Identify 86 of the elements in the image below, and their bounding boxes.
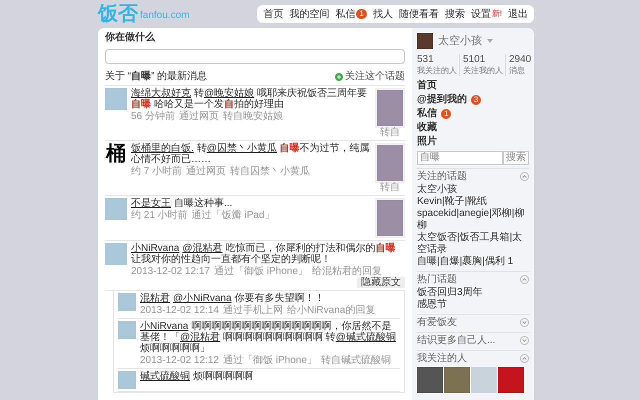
status-meta: 转自晚安姑娘 (222, 111, 283, 122)
author-link[interactable]: 海绵大叔好克 (131, 88, 191, 99)
mention-link[interactable]: @小NiRvana (173, 293, 232, 304)
sidebar-menu-item[interactable]: 首页 (417, 80, 437, 92)
status-text: 海绵大叔好克 转@晚安姑娘 哦耶来庆祝饭否三周年要 自曝 哈哈又是一个发自拍的好理由 (131, 88, 368, 110)
status-meta: 通过手机上网 (222, 305, 283, 316)
status-meta: 通过「御饭 iPhone」 (222, 355, 317, 366)
author-link[interactable]: 饭桶里的白饭. (131, 143, 194, 154)
author-link[interactable]: 小NiRvana (140, 321, 188, 332)
nav-link[interactable]: 首页 (263, 6, 284, 22)
new-tag: 新! (492, 8, 502, 20)
expand-icon[interactable] (520, 318, 529, 327)
topic-link[interactable]: 饭否回归3周年 (417, 286, 529, 298)
count-badge: 1 (356, 9, 367, 19)
mention-link[interactable]: @混粘君 (182, 243, 223, 254)
collapse-icon[interactable] (520, 354, 529, 363)
author-link[interactable]: 混粘君 (140, 293, 170, 304)
mention-link[interactable]: @晚安姑娘 (204, 88, 254, 99)
stat-value[interactable]: 5101 (463, 54, 503, 66)
mention-link[interactable]: @碱式硫酸铜 (336, 332, 396, 343)
caret-icon[interactable] (487, 39, 493, 44)
topic-link[interactable]: 太空饭否|饭否工具箱|太空话录 (417, 232, 529, 256)
section-title[interactable]: 热门话题 (417, 274, 457, 286)
count-badge: 1 (441, 108, 452, 118)
avatar-placeholder[interactable] (417, 33, 433, 50)
author-link[interactable]: 不是女王 (131, 198, 171, 209)
collapse-icon[interactable] (520, 275, 529, 284)
topic-link[interactable]: Kevin|靴子|靴纸 (417, 196, 529, 208)
section-title[interactable]: 结识更多自己人... (417, 334, 496, 346)
stat-label[interactable]: 消息 (509, 66, 532, 76)
plus-icon (335, 73, 343, 81)
expand-icon[interactable] (520, 336, 529, 345)
status-text: 不是女王 自曝这种事... (131, 198, 234, 209)
status-text: 小NiRvana @混粘君 吃惊而已，你犀利的打法和偶尔的自曝 让我对你的性趋向一直都有个坚定的判断呢！ (131, 243, 396, 265)
user-name[interactable]: 太空小孩 (438, 33, 482, 50)
collapse-icon[interactable] (520, 172, 529, 181)
nav-link[interactable]: 设置 (470, 6, 491, 22)
status-text: 饭桶里的白饭. 转@囚禁丶小黄瓜 自曝不为过节，纯属心情不好而已…… (131, 143, 371, 165)
nav-link[interactable]: 退出 (508, 6, 528, 22)
status-meta: 通过网页 (186, 166, 226, 177)
status-text: 混粘君 @小NiRvana 你要有多失望啊！！ (140, 293, 326, 304)
sidebar-menu-item[interactable]: @提到我的 (417, 94, 467, 106)
section-title[interactable]: 有爱饭友 (417, 316, 457, 328)
search-field[interactable]: 自曝 (417, 150, 503, 164)
sidebar-menu-item[interactable]: 照片 (417, 136, 437, 148)
composer-title: 你在做什么 (105, 32, 156, 44)
mention-link[interactable]: @囚禁丶小黄瓜 (206, 143, 277, 154)
photo-placeholder[interactable] (375, 198, 405, 238)
search-button[interactable]: 搜索 (503, 150, 529, 164)
sidebar-menu-item[interactable]: 收藏 (417, 122, 437, 134)
status-text: 小NiRvana 啊啊啊啊啊啊啊啊啊啊啊啊啊啊，你居然不是基佬！「@混粘君 啊啊啊啊啊啊啊啊啊啊 转@碱式硫酸铜 烦啊啊啊啊啊」 (140, 321, 397, 354)
status-meta: 给小NiRvana的回复 (286, 305, 376, 316)
nav-link[interactable]: 私信 (335, 6, 356, 22)
stat-value[interactable]: 531 (417, 54, 457, 66)
avatar-glyph: 桶 (105, 143, 127, 165)
stat-label[interactable]: 我关注的人 (417, 66, 457, 76)
status-meta: 转自碱式硫酸铜 (320, 355, 391, 366)
author-link[interactable]: 小NiRvana (131, 243, 180, 254)
nav-link[interactable]: 找人 (372, 6, 393, 22)
nav-link[interactable]: 我的空间 (289, 6, 330, 22)
author-link[interactable]: 碱式硫酸铜 (140, 371, 190, 382)
status-meta: 通过网页 (178, 111, 219, 122)
status-meta: 转自囚禁丶小黄瓜 (230, 166, 310, 177)
topic-link[interactable]: 自曝|自爆|裹胸|偶利 1 (417, 256, 529, 268)
stat-label[interactable]: 关注我的人 (463, 66, 503, 76)
topic-link[interactable]: spacekid|anegie|邓柳|柳柳 (417, 208, 529, 232)
follow-topic-button[interactable]: 关注这个话题 (335, 71, 405, 83)
stat-value[interactable]: 2940 (509, 54, 532, 66)
topic-link[interactable]: 感恩节 (417, 298, 529, 310)
sidebar-menu-item[interactable]: 私信 (417, 108, 437, 120)
status-meta: 通过「御饭 iPhone」 (214, 266, 308, 277)
status-meta: 通过「饭瓣 iPad」 (192, 210, 274, 221)
photo-placeholder[interactable] (375, 143, 405, 183)
topic-title: 关于 “自曝” 的最新消息 (105, 71, 208, 83)
topic-link[interactable]: 太空小孩 (417, 184, 529, 196)
nav-link[interactable]: 搜索 (444, 6, 465, 22)
nav-link[interactable]: 随便看看 (398, 6, 439, 22)
section-title[interactable]: 我关注的人 (417, 352, 467, 364)
photo-placeholder[interactable] (375, 88, 405, 128)
mention-link[interactable]: @混粘君 (180, 332, 220, 343)
status-meta: 给混粘君的回复 (312, 266, 382, 277)
status-text: 碱式硫酸铜 烦啊啊啊啊啊 (140, 371, 254, 382)
status-input[interactable] (105, 48, 405, 64)
hide-original-button[interactable]: 隐藏原文 (357, 277, 405, 288)
section-title[interactable]: 关注的话题 (417, 170, 467, 182)
count-badge: 3 (470, 94, 482, 104)
